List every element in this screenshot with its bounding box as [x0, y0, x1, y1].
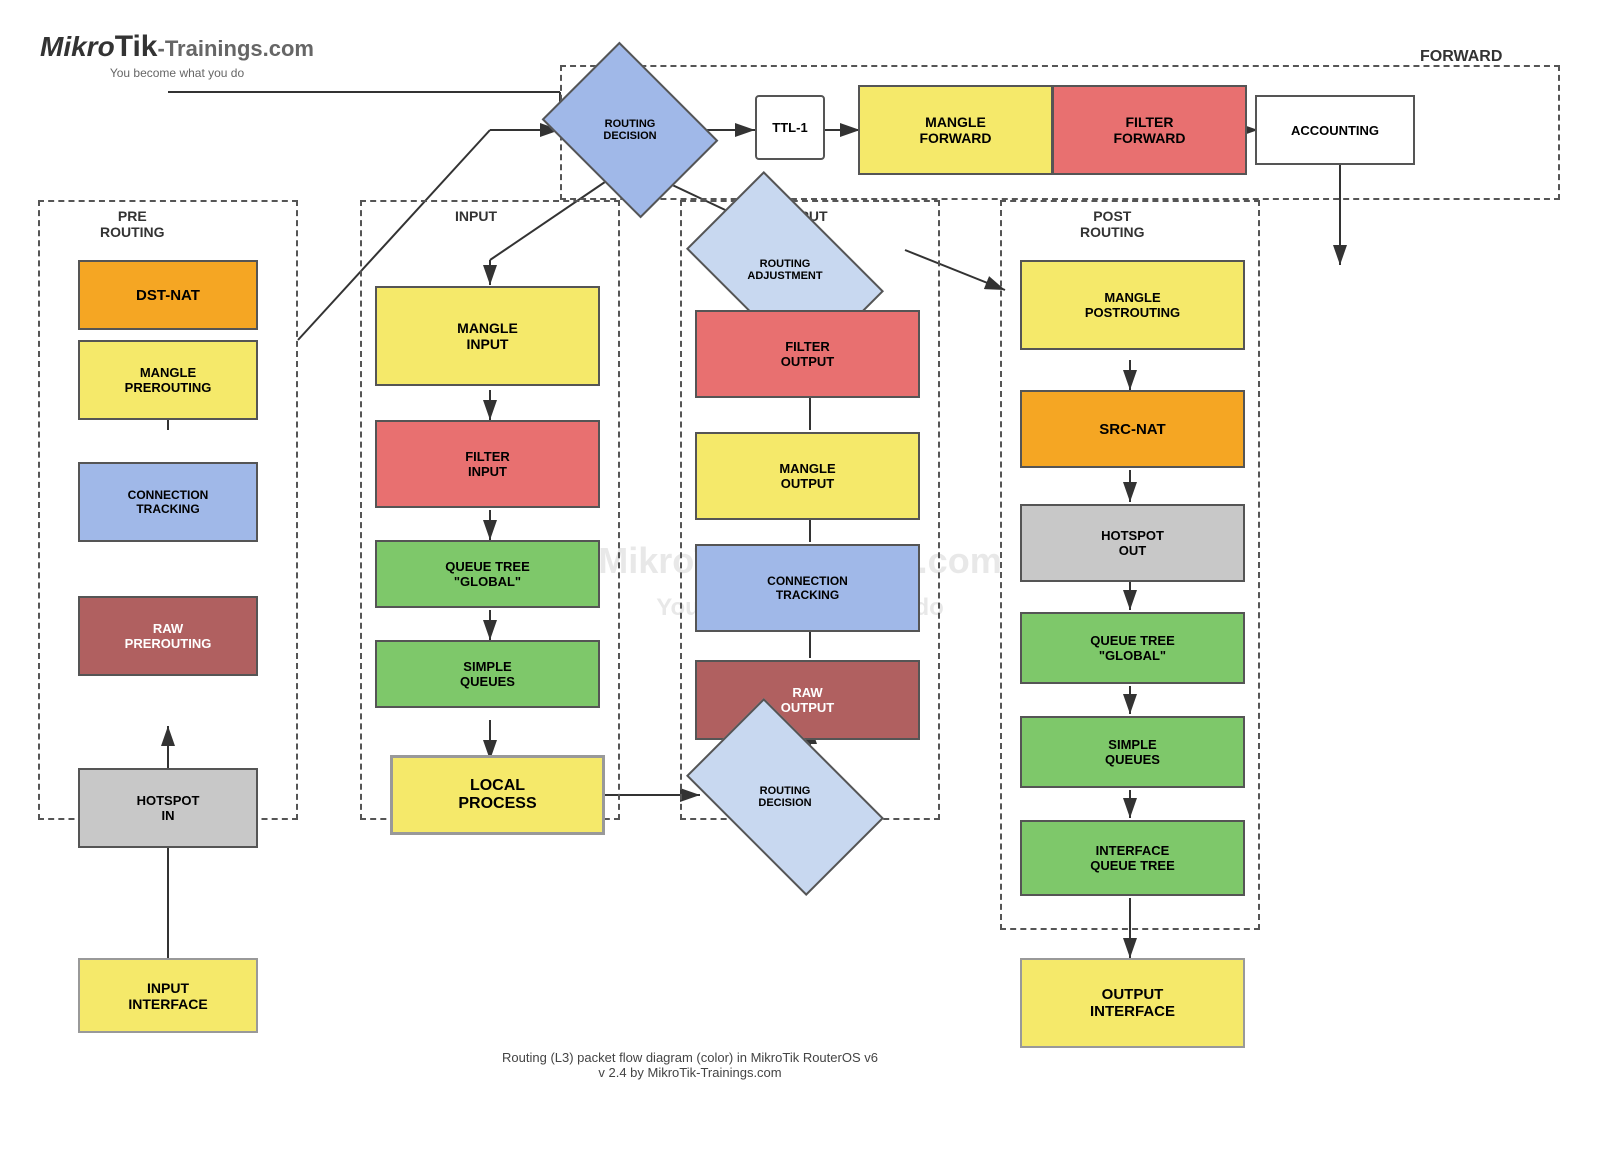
queue-tree-global-in-box: QUEUE TREE"GLOBAL" [375, 540, 600, 608]
filter-output-label: FILTEROUTPUT [781, 339, 834, 369]
mangle-postrouting-label: MANGLEPOSTROUTING [1085, 290, 1180, 320]
mangle-forward-box: MANGLEFORWARD [858, 85, 1053, 175]
caption: Routing (L3) packet flow diagram (color)… [400, 1050, 980, 1080]
dst-nat-label: DST-NAT [136, 287, 200, 304]
src-nat-label: SRC-NAT [1099, 421, 1165, 438]
filter-output-box: FILTEROUTPUT [695, 310, 920, 398]
dst-nat-box: DST-NAT [78, 260, 258, 330]
routing-decision-top-container: ROUTINGDECISION [560, 75, 700, 185]
logo-text: MikroTik-Trainings.com [40, 30, 314, 64]
interface-queue-tree-box: INTERFACEQUEUE TREE [1020, 820, 1245, 896]
caption-line2: v 2.4 by MikroTik-Trainings.com [400, 1065, 980, 1080]
logo-tagline: You become what you do [40, 66, 314, 80]
input-label: INPUT [455, 208, 497, 224]
mangle-input-label: MANGLEINPUT [457, 320, 518, 352]
simple-queues-post-box: SIMPLEQUEUES [1020, 716, 1245, 788]
mangle-output-box: MANGLEOUTPUT [695, 432, 920, 520]
logo-area: MikroTik-Trainings.com You become what y… [40, 30, 314, 80]
input-interface-box: INPUTINTERFACE [78, 958, 258, 1033]
queue-tree-global-post-box: QUEUE TREE"GLOBAL" [1020, 612, 1245, 684]
interface-queue-tree-label: INTERFACEQUEUE TREE [1090, 843, 1175, 873]
accounting-label: ACCOUNTING [1291, 123, 1379, 138]
filter-forward-box: FILTERFORWARD [1052, 85, 1247, 175]
mangle-prerouting-label: MANGLEPREROUTING [125, 365, 212, 395]
output-interface-box: OUTPUTINTERFACE [1020, 958, 1245, 1048]
raw-prerouting-label: RAWPREROUTING [125, 621, 212, 651]
mangle-postrouting-box: MANGLEPOSTROUTING [1020, 260, 1245, 350]
filter-input-label: FILTERINPUT [465, 449, 510, 479]
raw-prerouting-box: RAWPREROUTING [78, 596, 258, 676]
mangle-prerouting-box: MANGLEPREROUTING [78, 340, 258, 420]
hotspot-in-box: HOTSPOTIN [78, 768, 258, 848]
local-process-label: LOCALPROCESS [458, 777, 536, 813]
filter-forward-label: FILTERFORWARD [1113, 114, 1185, 146]
queue-tree-global-post-label: QUEUE TREE"GLOBAL" [1090, 633, 1175, 663]
hotspot-out-box: HOTSPOTOUT [1020, 504, 1245, 582]
diagram-container: MikroTik-Trainings.com You become what yo… [0, 0, 1600, 1164]
caption-line1: Routing (L3) packet flow diagram (color)… [400, 1050, 980, 1065]
ttl1-label: TTL-1 [772, 120, 807, 135]
simple-queues-in-label: SIMPLEQUEUES [460, 659, 515, 689]
post-routing-label: POSTROUTING [1080, 208, 1145, 240]
mangle-forward-label: MANGLEFORWARD [919, 114, 991, 146]
accounting-box: ACCOUNTING [1255, 95, 1415, 165]
raw-output-label: RAWOUTPUT [781, 685, 834, 715]
forward-label: FORWARD [1420, 48, 1502, 66]
raw-output-box: RAWOUTPUT [695, 660, 920, 740]
mangle-output-label: MANGLEOUTPUT [779, 461, 835, 491]
hotspot-out-label: HOTSPOTOUT [1101, 528, 1164, 558]
output-interface-label: OUTPUTINTERFACE [1090, 986, 1175, 1020]
src-nat-box: SRC-NAT [1020, 390, 1245, 468]
input-interface-label: INPUTINTERFACE [128, 980, 207, 1012]
connection-tracking-pre-box: CONNECTIONTRACKING [78, 462, 258, 542]
mangle-input-box: MANGLEINPUT [375, 286, 600, 386]
ttl1-box: TTL-1 [755, 95, 825, 160]
filter-input-box: FILTERINPUT [375, 420, 600, 508]
queue-tree-global-in-label: QUEUE TREE"GLOBAL" [445, 559, 530, 589]
local-process-box: LOCALPROCESS [390, 755, 605, 835]
simple-queues-in-box: SIMPLEQUEUES [375, 640, 600, 708]
routing-adjustment-container: ROUTINGADJUSTMENT [700, 215, 870, 325]
connection-tracking-pre-label: CONNECTIONTRACKING [128, 488, 209, 516]
pre-routing-label: PREROUTING [100, 208, 165, 240]
simple-queues-post-label: SIMPLEQUEUES [1105, 737, 1160, 767]
connection-tracking-out-box: CONNECTIONTRACKING [695, 544, 920, 632]
routing-decision-bottom-container: ROUTINGDECISION [700, 742, 870, 852]
hotspot-in-label: HOTSPOTIN [137, 793, 200, 823]
connection-tracking-out-label: CONNECTIONTRACKING [767, 574, 848, 602]
